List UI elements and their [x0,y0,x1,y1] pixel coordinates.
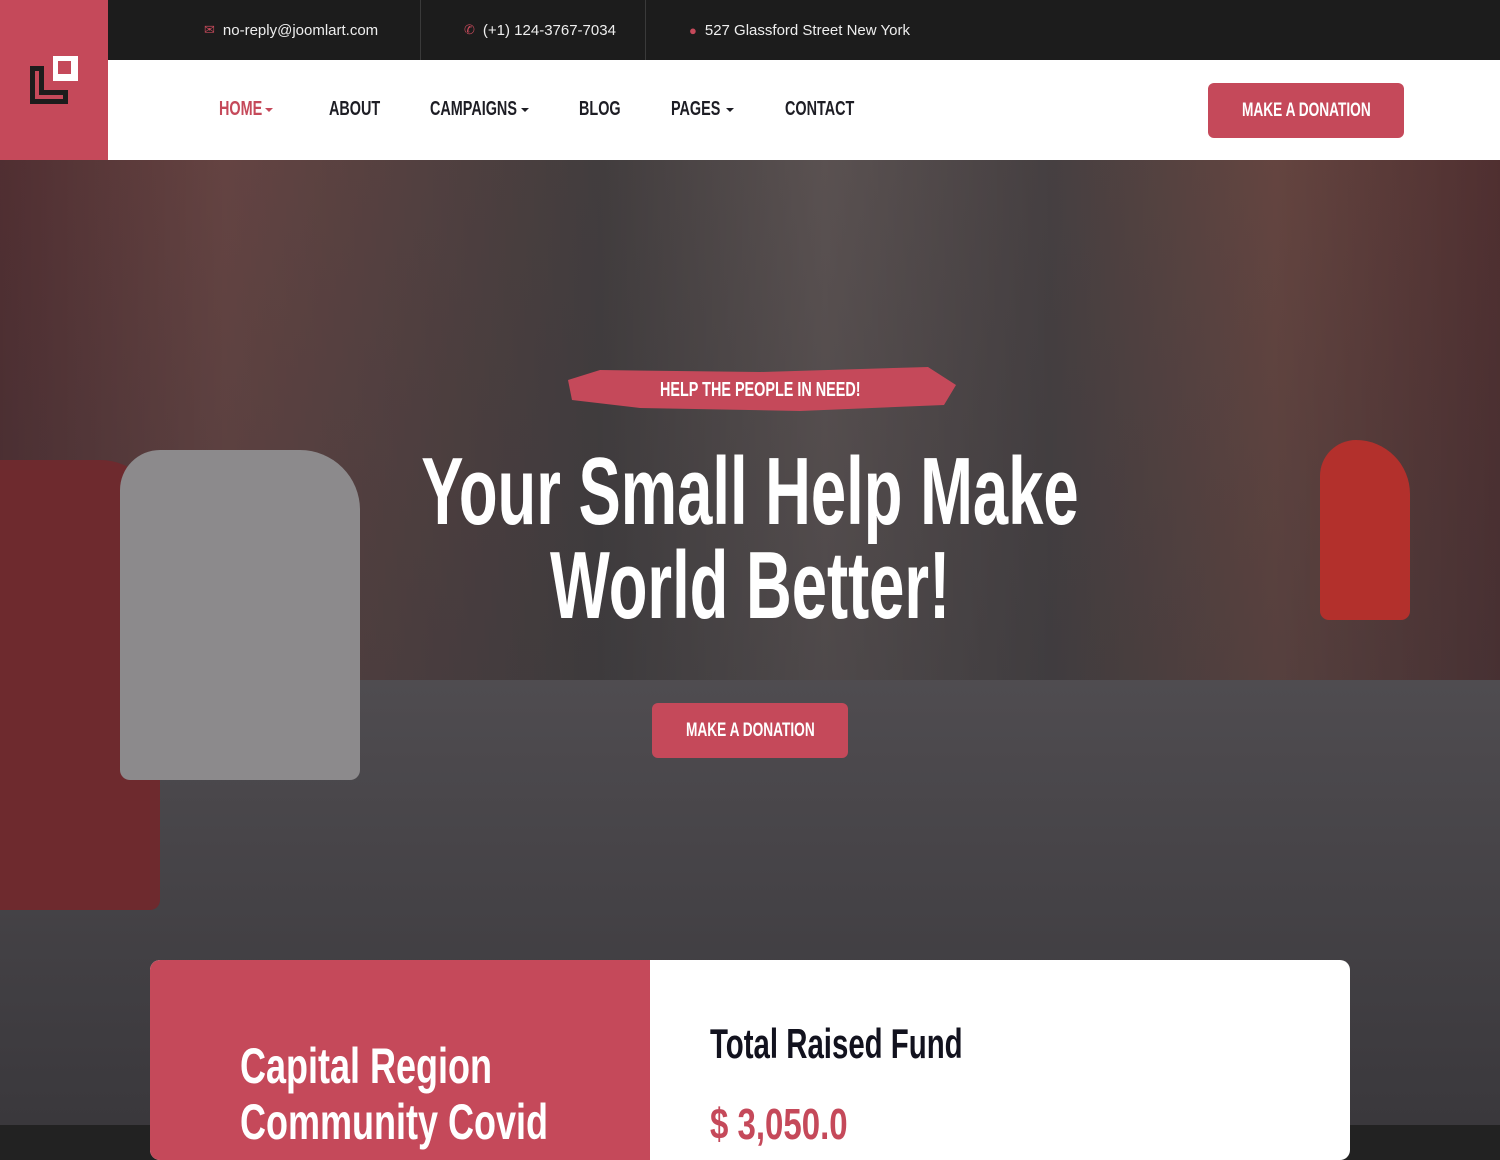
chevron-down-icon [265,107,273,112]
divider [420,0,421,60]
campaign-title-panel[interactable]: Capital Region Community Covid [150,960,650,1160]
campaign-card: Capital Region Community Covid Total Rai… [150,960,1350,1160]
hero-tagline: HELP THE PEOPLE IN NEED! [568,367,956,411]
hero-title: Your Small Help Make World Better! [421,438,1079,639]
nav-about[interactable]: ABOUT [329,98,400,121]
chevron-down-icon [725,107,734,112]
envelope-icon: ✉ [204,22,215,37]
fund-value: $ 3,050.0 [710,1100,848,1149]
campaign-title: Capital Region Community Covid [240,1038,549,1150]
logo-icon [30,56,78,104]
contact-email[interactable]: ✉ no-reply@joomlart.com [204,0,378,60]
contact-address: ● 527 Glassford Street New York [689,21,910,39]
hero-donate-button[interactable]: MAKE A DONATION [652,703,848,758]
main-nav: HOME ABOUT CAMPAIGNS BLOG PAGES CONTACT … [108,60,1500,160]
phone-icon: ✆ [464,22,475,37]
top-bar: ✉ no-reply@joomlart.com ✆ (+1) 124-3767-70… [108,0,1500,60]
contact-phone[interactable]: ✆ (+1) 124-3767-7034 [464,0,616,60]
nav-contact[interactable]: CONTACT [785,98,881,121]
fund-label: Total Raised Fund [710,1020,963,1067]
nav-home[interactable]: HOME [219,98,273,121]
nav-pages[interactable]: PAGES [671,98,734,121]
chevron-down-icon [520,107,529,112]
header-donate-button[interactable]: MAKE A DONATION [1208,83,1404,138]
divider [645,0,646,60]
nav-blog[interactable]: BLOG [579,98,637,121]
map-pin-icon: ● [689,22,697,38]
nav-campaigns[interactable]: CAMPAIGNS [430,98,529,121]
site-logo[interactable] [0,0,108,160]
